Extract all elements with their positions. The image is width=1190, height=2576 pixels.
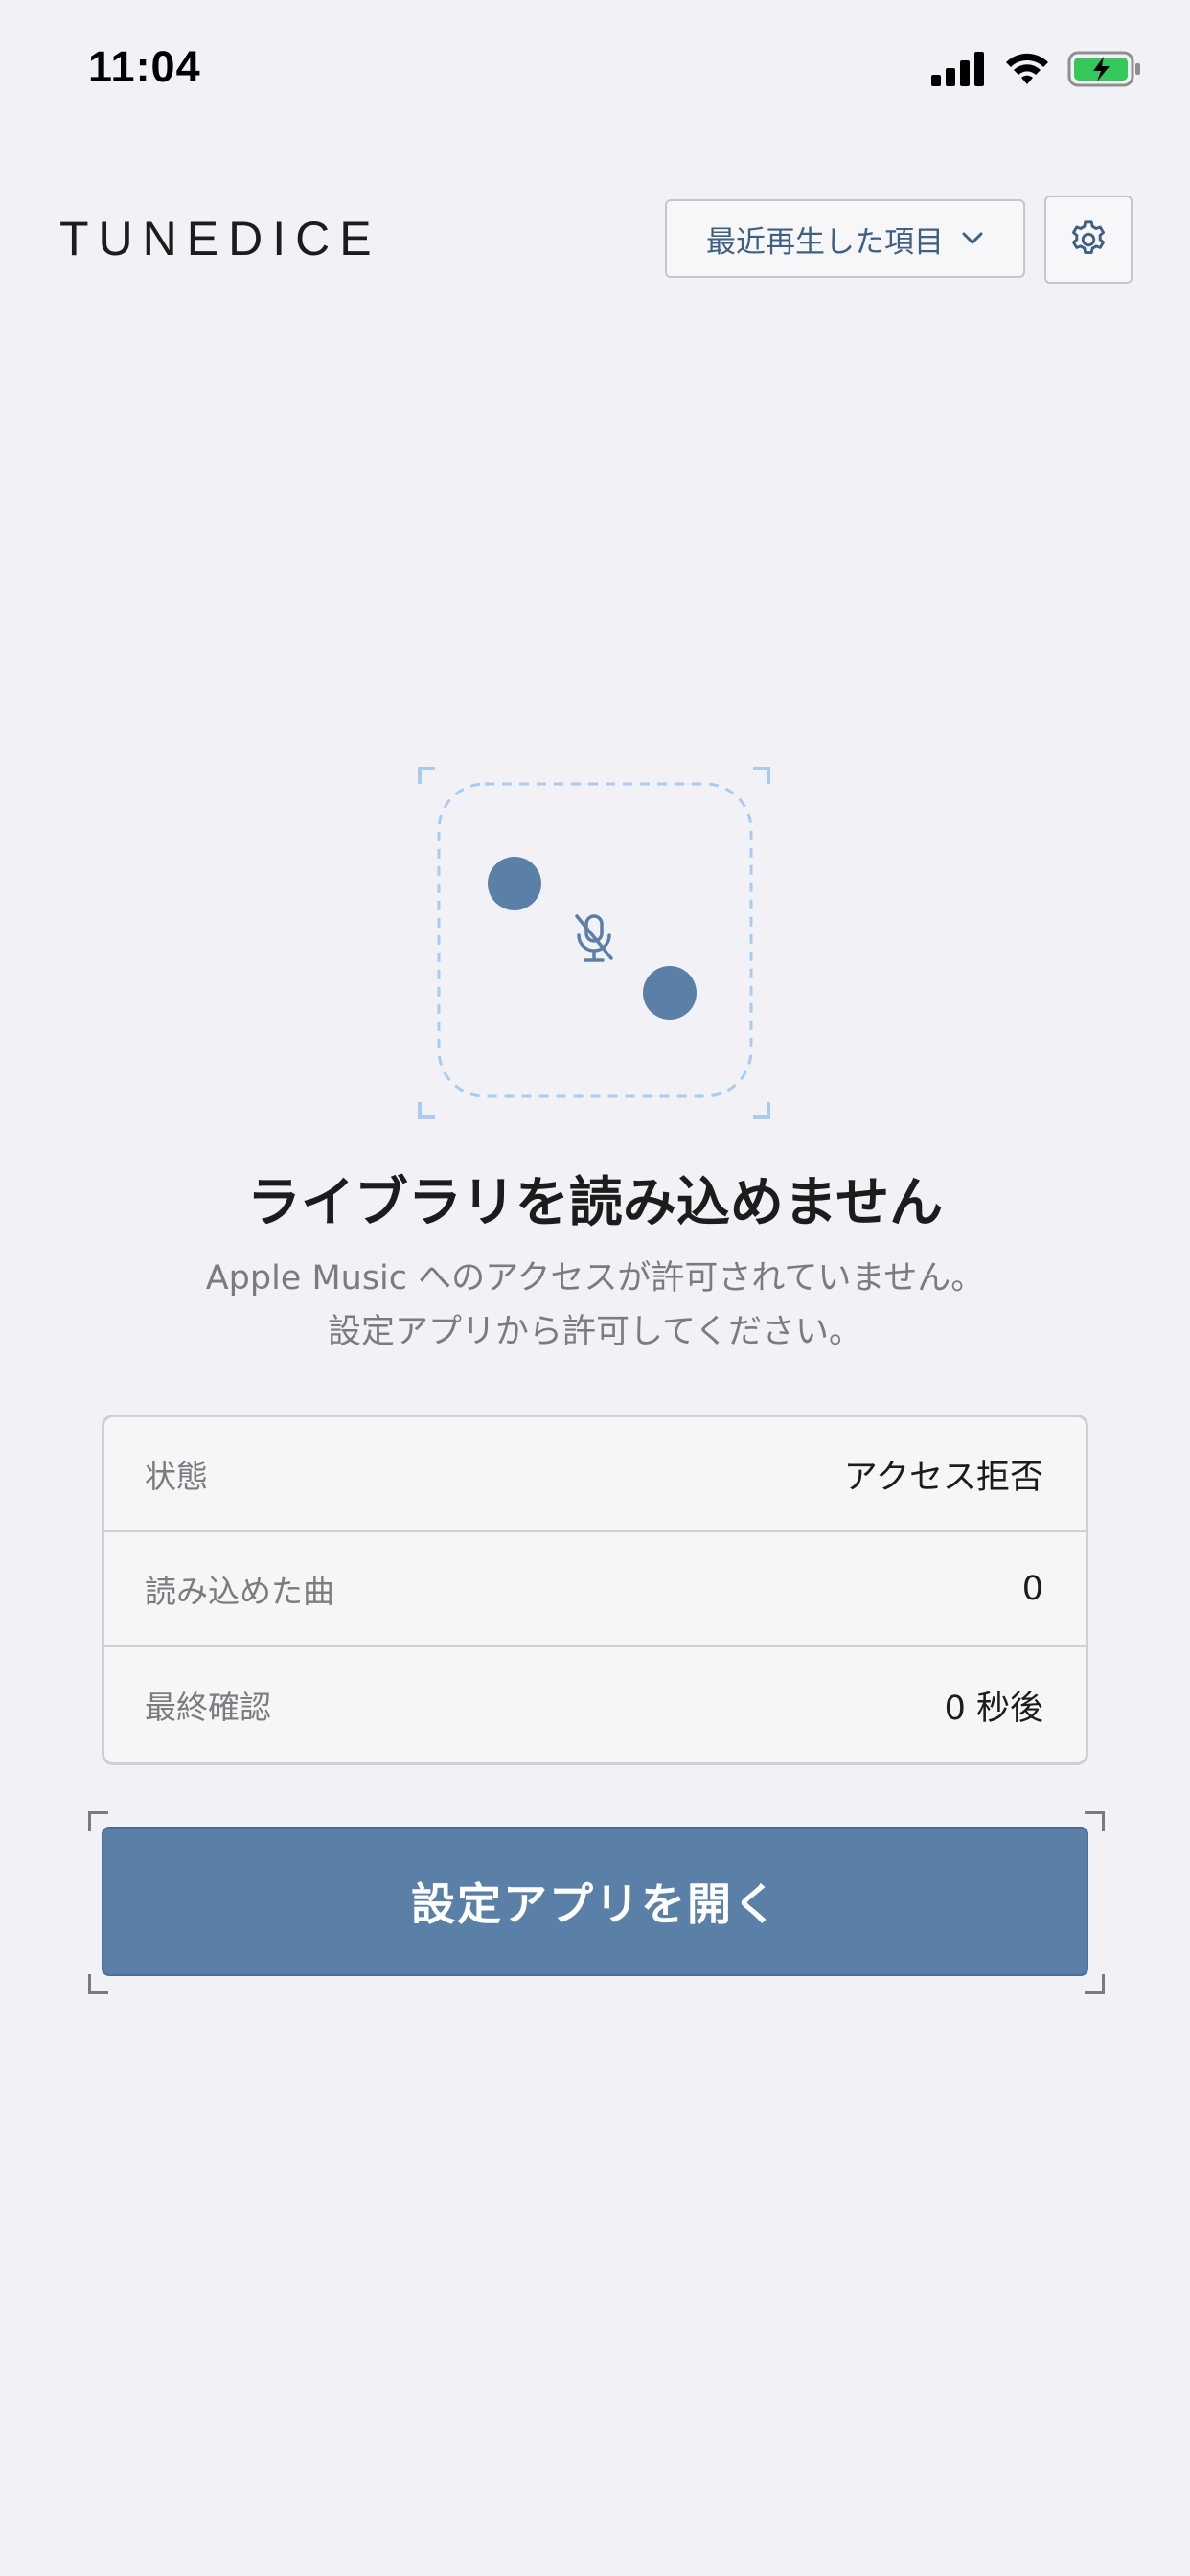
app-brand-title: TUNEDICE [59, 212, 381, 265]
dice-pip [488, 857, 541, 910]
loaded-songs-value: 0 [1021, 1570, 1043, 1608]
illustration-corner-brackets [418, 767, 770, 1119]
last-checked-row: 最終確認 0 秒後 [104, 1647, 1086, 1762]
status-bar-icons [931, 50, 1142, 88]
cellular-signal-icon [931, 52, 984, 86]
error-message: Apple Music へのアクセスが許可されていません。 設定アプリから許可し… [0, 1252, 1190, 1359]
loaded-songs-label: 読み込めた曲 [145, 1573, 334, 1610]
error-message-line: Apple Music へのアクセスが許可されていません。 [205, 1259, 985, 1298]
last-checked-label: 最終確認 [145, 1689, 271, 1726]
library-status-table: 状態 アクセス拒否 読み込めた曲 0 最終確認 0 秒後 [102, 1414, 1088, 1765]
battery-charging-icon [1067, 51, 1140, 87]
open-settings-button[interactable]: 設定アプリを開く [102, 1827, 1088, 1976]
settings-button[interactable] [1044, 196, 1133, 284]
focus-bracket [88, 1974, 108, 1994]
error-message-line: 設定アプリから許可してください。 [328, 1313, 862, 1351]
error-title: ライブラリを読み込めません [246, 1172, 944, 1234]
gear-icon [1072, 220, 1105, 255]
dice-pip [643, 966, 697, 1020]
chevron-down-icon [961, 231, 984, 246]
status-label: 状態 [145, 1458, 208, 1495]
loaded-songs-row: 読み込めた曲 0 [104, 1532, 1086, 1647]
focus-bracket [1085, 1974, 1105, 1994]
filter-dropdown-label: 最近再生した項目 [706, 224, 944, 260]
microphone-muted-icon [575, 914, 613, 962]
last-checked-value: 0 秒後 [944, 1689, 1043, 1728]
status-value: アクセス拒否 [843, 1458, 1043, 1497]
filter-dropdown[interactable]: 最近再生した項目 [665, 199, 1025, 278]
focus-bracket [1085, 1811, 1105, 1831]
status-row: 状態 アクセス拒否 [104, 1417, 1086, 1532]
status-bar-time: 11:04 [88, 42, 201, 91]
dice-muted-illustration [418, 767, 770, 1119]
wifi-icon [1006, 53, 1048, 84]
